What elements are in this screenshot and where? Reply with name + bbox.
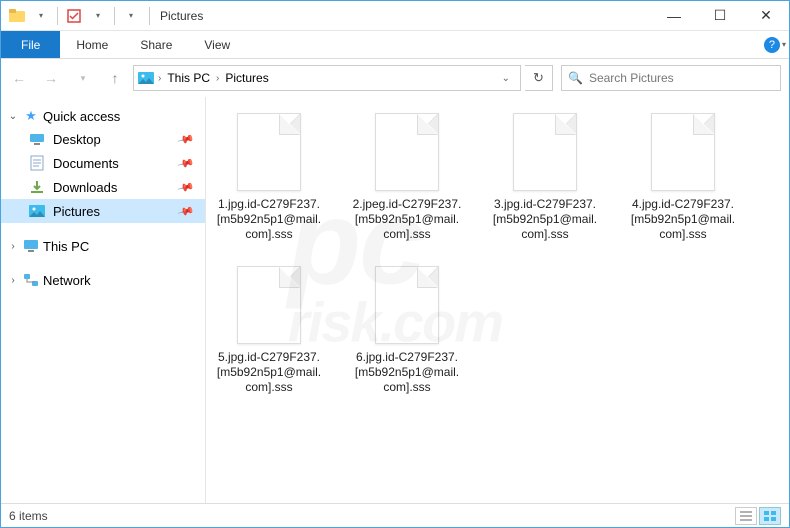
network-header[interactable]: › Network (1, 269, 205, 291)
separator (149, 7, 150, 25)
file-item[interactable]: 5.jpg.id-C279F237.[m5b92n5p1@mail.com].s… (214, 266, 324, 395)
quick-access-group: ⌄ ★ Quick access Desktop📌Documents📌Downl… (1, 105, 205, 223)
file-item[interactable]: 1.jpg.id-C279F237.[m5b92n5p1@mail.com].s… (214, 113, 324, 242)
file-icon (237, 266, 301, 344)
network-icon (23, 272, 39, 288)
ribbon-help[interactable]: ? ▾ (761, 31, 789, 58)
sidebar-item-pictures[interactable]: Pictures 📌 (1, 199, 205, 223)
customize-qat-icon[interactable]: ▾ (121, 6, 141, 26)
sidebar-item-desktop[interactable]: Desktop 📌 (1, 127, 205, 151)
file-name: 6.jpg.id-C279F237.[m5b92n5p1@mail.com].s… (352, 350, 462, 395)
qat-dropdown2-icon[interactable]: ▾ (88, 6, 108, 26)
file-item[interactable]: 2.jpeg.id-C279F237.[m5b92n5p1@mail.com].… (352, 113, 462, 242)
star-icon: ★ (23, 108, 39, 124)
window-controls: — ☐ ✕ (651, 1, 789, 31)
this-pc-label: This PC (43, 239, 89, 254)
doc-icon (29, 155, 45, 171)
forward-button[interactable]: → (37, 64, 65, 92)
pin-icon: 📌 (177, 178, 195, 196)
separator (57, 7, 58, 25)
help-icon: ? (764, 37, 780, 53)
file-icon (513, 113, 577, 191)
quick-access-toolbar: ▾ ▾ ▾ (1, 6, 147, 26)
chevron-down-icon: ▾ (782, 40, 786, 49)
monitor-icon (29, 131, 45, 147)
file-name: 1.jpg.id-C279F237.[m5b92n5p1@mail.com].s… (214, 197, 324, 242)
view-switcher (735, 507, 781, 525)
this-pc-group: › This PC (1, 235, 205, 257)
title-bar: ▾ ▾ ▾ Pictures — ☐ ✕ (1, 1, 789, 31)
dl-icon (29, 179, 45, 195)
up-button[interactable]: ↑ (101, 64, 129, 92)
chevron-right-icon[interactable]: › (158, 73, 161, 84)
close-button[interactable]: ✕ (743, 1, 789, 31)
maximize-button[interactable]: ☐ (697, 1, 743, 31)
breadcrumb-pictures[interactable]: Pictures (223, 71, 270, 85)
back-button[interactable]: ← (5, 64, 33, 92)
sidebar-item-label: Pictures (53, 204, 100, 219)
address-bar[interactable]: › This PC › Pictures ⌄ (133, 65, 521, 91)
pictures-icon (138, 70, 154, 86)
search-placeholder: Search Pictures (589, 71, 674, 85)
quick-access-label: Quick access (43, 109, 120, 124)
search-icon: 🔍 (568, 71, 583, 85)
chevron-down-icon: ⌄ (7, 111, 19, 122)
pic-icon (29, 203, 45, 219)
pin-icon: 📌 (177, 202, 195, 220)
file-name: 5.jpg.id-C279F237.[m5b92n5p1@mail.com].s… (214, 350, 324, 395)
file-name: 2.jpeg.id-C279F237.[m5b92n5p1@mail.com].… (352, 197, 462, 242)
chevron-right-icon[interactable]: › (216, 73, 219, 84)
file-name: 3.jpg.id-C279F237.[m5b92n5p1@mail.com].s… (490, 197, 600, 242)
file-icon (375, 266, 439, 344)
sidebar-item-documents[interactable]: Documents 📌 (1, 151, 205, 175)
recent-locations-button[interactable]: ▾ (69, 64, 97, 92)
quick-access-header[interactable]: ⌄ ★ Quick access (1, 105, 205, 127)
address-dropdown-icon[interactable]: ⌄ (496, 73, 516, 84)
file-icon (237, 113, 301, 191)
tab-share[interactable]: Share (124, 31, 188, 58)
file-item[interactable]: 6.jpg.id-C279F237.[m5b92n5p1@mail.com].s… (352, 266, 462, 395)
navigation-pane: ⌄ ★ Quick access Desktop📌Documents📌Downl… (1, 97, 206, 503)
folder-icon (7, 6, 27, 26)
network-group: › Network (1, 269, 205, 291)
sidebar-item-label: Downloads (53, 180, 117, 195)
file-icon (375, 113, 439, 191)
tab-home[interactable]: Home (60, 31, 124, 58)
navigation-bar: ← → ▾ ↑ › This PC › Pictures ⌄ ↻ 🔍 Searc… (1, 59, 789, 97)
file-list[interactable]: 1.jpg.id-C279F237.[m5b92n5p1@mail.com].s… (206, 97, 789, 503)
pin-icon: 📌 (177, 154, 195, 172)
tab-view[interactable]: View (188, 31, 246, 58)
file-name: 4.jpg.id-C279F237.[m5b92n5p1@mail.com].s… (628, 197, 738, 242)
explorer-body: ⌄ ★ Quick access Desktop📌Documents📌Downl… (1, 97, 789, 503)
item-count: 6 items (9, 509, 48, 523)
chevron-right-icon: › (7, 275, 19, 286)
file-item[interactable]: 4.jpg.id-C279F237.[m5b92n5p1@mail.com].s… (628, 113, 738, 242)
pin-icon: 📌 (177, 130, 195, 148)
this-pc-header[interactable]: › This PC (1, 235, 205, 257)
details-view-button[interactable] (735, 507, 757, 525)
computer-icon (23, 238, 39, 254)
icons-view-button[interactable] (759, 507, 781, 525)
sidebar-item-downloads[interactable]: Downloads 📌 (1, 175, 205, 199)
file-tab[interactable]: File (1, 31, 60, 58)
file-icon (651, 113, 715, 191)
search-input[interactable]: 🔍 Search Pictures (561, 65, 781, 91)
refresh-button[interactable]: ↻ (525, 65, 553, 91)
separator (114, 7, 115, 25)
qat-dropdown-icon[interactable]: ▾ (31, 6, 51, 26)
chevron-right-icon: › (7, 241, 19, 252)
window-title: Pictures (160, 9, 203, 23)
ribbon-tabs: File Home Share View ? ▾ (1, 31, 789, 59)
breadcrumb-thispc[interactable]: This PC (165, 71, 212, 85)
sidebar-item-label: Documents (53, 156, 119, 171)
minimize-button[interactable]: — (651, 1, 697, 31)
properties-icon[interactable] (64, 6, 84, 26)
file-item[interactable]: 3.jpg.id-C279F237.[m5b92n5p1@mail.com].s… (490, 113, 600, 242)
sidebar-item-label: Desktop (53, 132, 101, 147)
network-label: Network (43, 273, 91, 288)
status-bar: 6 items (1, 503, 789, 527)
